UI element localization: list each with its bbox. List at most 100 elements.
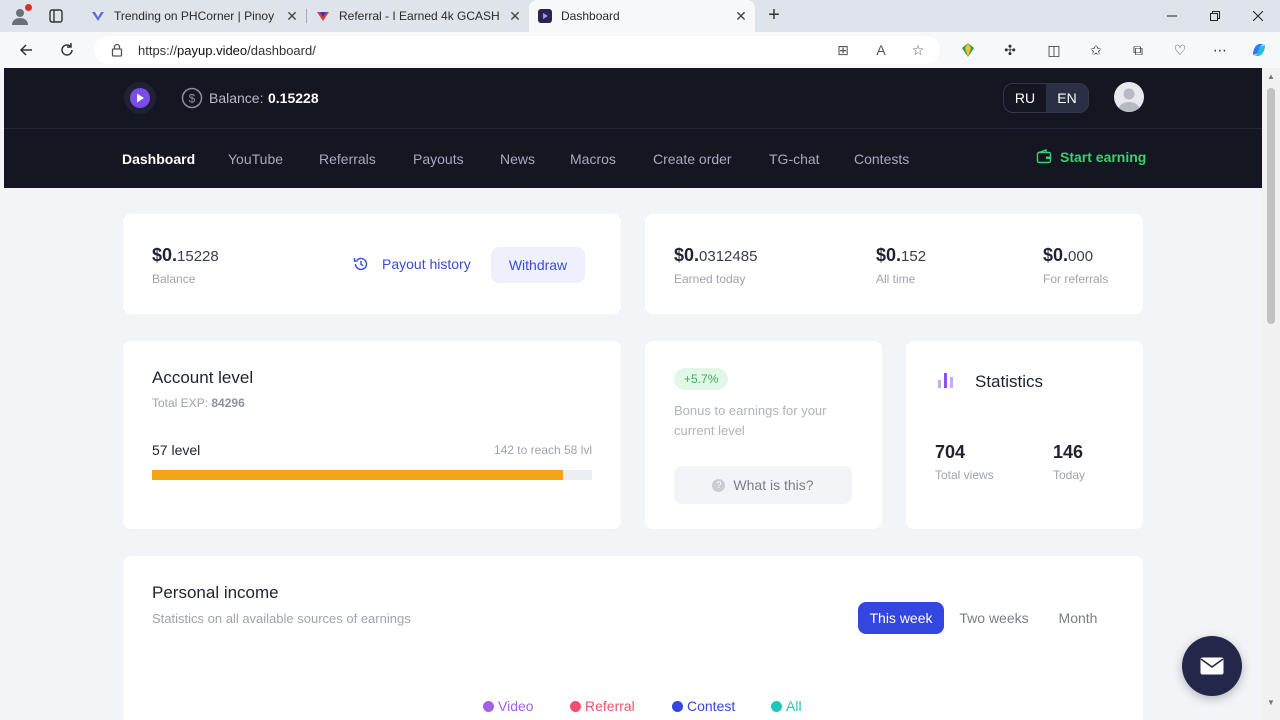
profile-icon[interactable] bbox=[10, 4, 32, 26]
withdraw-button[interactable]: Withdraw bbox=[491, 247, 585, 283]
message-button[interactable] bbox=[1182, 636, 1242, 696]
address-bar[interactable]: https://payup.video/dashboard/ bbox=[94, 36, 940, 64]
statistics-card: Statistics 704 Total views 146 Today bbox=[906, 341, 1143, 529]
url-host: payup.video bbox=[177, 42, 248, 58]
nav-macros[interactable]: Macros bbox=[570, 151, 616, 167]
tab-title: Referral - I Earned 4k GCASH using bbox=[339, 9, 501, 23]
browser-tab-phcorner[interactable]: Trending on PHCorner | Pinoy Internet ✕ bbox=[82, 0, 306, 32]
nav-dashboard[interactable]: Dashboard bbox=[122, 151, 195, 167]
range-month[interactable]: Month bbox=[1048, 602, 1108, 634]
browser-tab-dashboard[interactable]: Dashboard ✕ bbox=[529, 0, 755, 32]
all-time-decimals: 152 bbox=[901, 248, 927, 265]
extension-gem-icon[interactable] bbox=[958, 40, 978, 60]
all-time-amount: $0.152 bbox=[876, 245, 926, 266]
balance-amount-main: $0. bbox=[152, 245, 178, 265]
avatar[interactable] bbox=[1114, 82, 1144, 112]
close-tab-icon[interactable]: ✕ bbox=[507, 8, 523, 24]
history-icon bbox=[353, 257, 368, 271]
close-tab-icon[interactable]: ✕ bbox=[284, 8, 300, 24]
balance-caption: Balance bbox=[152, 272, 196, 286]
start-earning-label: Start earning bbox=[1060, 149, 1147, 165]
today-views-label: Today bbox=[1053, 468, 1086, 482]
level-remaining: 142 to reach 58 lvl bbox=[493, 443, 592, 457]
referrals-decimals: 000 bbox=[1068, 248, 1094, 265]
total-views-value: 704 bbox=[935, 442, 966, 462]
restore-icon[interactable] bbox=[1205, 6, 1225, 26]
favorite-star-icon[interactable]: ☆ bbox=[908, 40, 928, 60]
range-two-weeks[interactable]: Two weeks bbox=[953, 602, 1035, 634]
what-is-this-label: What is this? bbox=[733, 477, 814, 493]
legend-contest[interactable]: Contest bbox=[672, 698, 735, 714]
level-progress-fill bbox=[152, 470, 563, 480]
page-scrollbar[interactable]: ▲ ▼ bbox=[1262, 68, 1280, 720]
legend-referral[interactable]: Referral bbox=[570, 698, 635, 714]
extensions-puzzle-icon[interactable]: ✣ bbox=[1000, 40, 1020, 60]
balance-amount-decimals: 15228 bbox=[177, 248, 219, 265]
browser-essentials-icon[interactable]: ♡ bbox=[1170, 40, 1190, 60]
balance-label: Balance: bbox=[209, 90, 264, 106]
payup-favicon-icon bbox=[537, 8, 553, 24]
main-navigation: Dashboard YouTube Referrals Payouts News… bbox=[4, 128, 1262, 188]
site-header: $ Balance: 0.15228 RU EN bbox=[4, 68, 1262, 128]
app-available-icon[interactable]: ⊞ bbox=[833, 40, 853, 60]
nav-youtube[interactable]: YouTube bbox=[228, 151, 283, 167]
close-window-icon[interactable] bbox=[1248, 6, 1268, 26]
level-number: 57 level bbox=[152, 442, 201, 458]
read-aloud-icon[interactable]: A bbox=[871, 40, 891, 60]
favorites-icon[interactable]: ✩ bbox=[1086, 40, 1106, 60]
payout-history-button[interactable]: Payout history bbox=[352, 255, 471, 273]
nav-create-order[interactable]: Create order bbox=[653, 151, 732, 167]
referrals-main: $0. bbox=[1043, 245, 1069, 265]
start-earning-button[interactable]: Start earning bbox=[1036, 149, 1146, 165]
earned-today-amount: $0.0312485 bbox=[674, 245, 757, 266]
nav-contests[interactable]: Contests bbox=[854, 151, 909, 167]
account-level-card: Account level Total EXP: 84296 57 level … bbox=[123, 341, 621, 529]
split-screen-icon[interactable]: ◫ bbox=[1044, 40, 1064, 60]
all-time-label: All time bbox=[876, 272, 916, 286]
copilot-icon[interactable] bbox=[1249, 40, 1269, 60]
level-progress-bar bbox=[152, 470, 592, 480]
language-switcher: RU EN bbox=[1003, 83, 1089, 113]
svg-text:$: $ bbox=[189, 92, 196, 106]
legend-label: All bbox=[786, 698, 802, 714]
legend-video[interactable]: Video bbox=[483, 698, 534, 714]
scrollbar-thumb[interactable] bbox=[1267, 88, 1275, 324]
envelope-icon bbox=[1200, 657, 1224, 675]
more-menu-icon[interactable]: ⋯ bbox=[1210, 40, 1230, 60]
scroll-up-icon[interactable]: ▲ bbox=[1266, 72, 1276, 82]
nav-news[interactable]: News bbox=[500, 151, 535, 167]
collections-icon[interactable]: ⧉ bbox=[1128, 40, 1148, 60]
payup-logo-icon[interactable] bbox=[124, 82, 156, 114]
all-time-main: $0. bbox=[876, 245, 902, 265]
earned-today-label: Earned today bbox=[674, 272, 746, 286]
bar-chart-icon bbox=[938, 373, 953, 388]
close-tab-icon[interactable]: ✕ bbox=[733, 8, 749, 24]
bonus-badge: +5.7% bbox=[674, 368, 729, 390]
minimize-icon[interactable] bbox=[1162, 6, 1182, 26]
tab-actions-icon[interactable] bbox=[46, 6, 66, 26]
balance-card: $0.15228 Balance Payout history Withdraw bbox=[123, 214, 621, 314]
what-is-this-button[interactable]: ? What is this? bbox=[674, 466, 852, 504]
range-this-week[interactable]: This week bbox=[858, 602, 944, 634]
browser-tab-referral[interactable]: Referral - I Earned 4k GCASH using ✕ bbox=[307, 0, 529, 32]
bonus-card: +5.7% Bonus to earnings for your current… bbox=[645, 341, 882, 529]
lang-ru-button[interactable]: RU bbox=[1004, 84, 1046, 112]
total-exp: Total EXP: 84296 bbox=[152, 396, 245, 410]
new-tab-icon[interactable]: + bbox=[764, 5, 784, 26]
phcorner-favicon-icon bbox=[315, 8, 331, 24]
back-icon[interactable] bbox=[16, 40, 36, 60]
today-views-value: 146 bbox=[1053, 442, 1084, 462]
nav-referrals[interactable]: Referrals bbox=[319, 151, 376, 167]
legend-all[interactable]: All bbox=[771, 698, 802, 714]
legend-dot bbox=[483, 700, 494, 712]
nav-payouts[interactable]: Payouts bbox=[413, 151, 464, 167]
nav-tg-chat[interactable]: TG-chat bbox=[769, 151, 820, 167]
scroll-down-icon[interactable]: ▼ bbox=[1266, 698, 1276, 708]
referrals-amount: $0.000 bbox=[1043, 245, 1093, 266]
url-path: /dashboard/ bbox=[247, 42, 316, 58]
lang-en-button[interactable]: EN bbox=[1046, 84, 1088, 112]
lock-icon[interactable] bbox=[110, 43, 124, 57]
balance-value: 0.15228 bbox=[268, 90, 319, 106]
reload-icon[interactable] bbox=[57, 40, 77, 60]
wallet-icon bbox=[1036, 149, 1052, 164]
